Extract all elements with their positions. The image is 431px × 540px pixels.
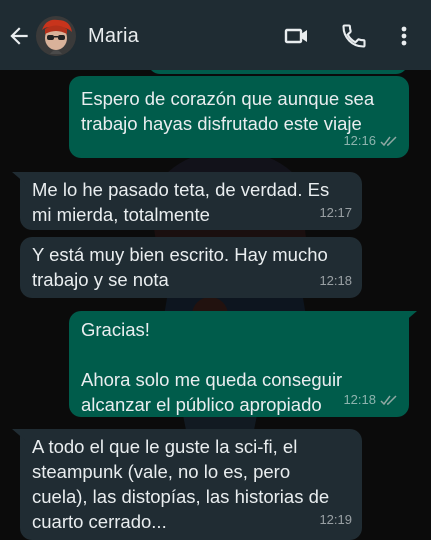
more-vert-icon[interactable] xyxy=(392,22,416,50)
message-bubble-outgoing[interactable]: Gracias! Ahora solo me queda conseguir a… xyxy=(69,311,417,417)
message-meta: 12:17 xyxy=(319,200,352,225)
bubble-tail xyxy=(12,429,26,441)
message-time: 12:16 xyxy=(343,133,376,148)
message-time: 12:19 xyxy=(319,512,352,527)
message-meta: 12:18 xyxy=(343,387,399,412)
contact-name[interactable]: Maria xyxy=(88,25,139,48)
back-arrow-icon[interactable] xyxy=(6,23,32,49)
message-time: 12:18 xyxy=(343,392,376,407)
message-time: 12:17 xyxy=(319,205,352,220)
message-bubble-incoming[interactable]: A todo el que le guste la sci-fi, el ste… xyxy=(12,429,362,540)
chat-header: Maria xyxy=(0,0,431,70)
double-check-icon xyxy=(380,394,397,405)
message-text: Y está muy bien escrito. Hay mucho traba… xyxy=(32,244,328,290)
video-call-icon[interactable] xyxy=(283,22,311,50)
message-time: 12:18 xyxy=(319,273,352,288)
avatar-image xyxy=(36,16,76,56)
avatar[interactable] xyxy=(36,16,76,56)
bubble-tail xyxy=(12,172,26,184)
bubble-tail xyxy=(403,311,417,323)
message-bubble-outgoing[interactable]: Espero de corazón que aunque sea trabajo… xyxy=(69,76,409,158)
message-text: A todo el que le guste la sci-fi, el ste… xyxy=(32,436,330,532)
message-meta: 12:16 xyxy=(343,128,399,153)
message-bubble-incoming[interactable]: Me lo he pasado teta, de verdad. Es mi m… xyxy=(12,172,362,230)
message-bubble-incoming[interactable]: Y está muy bien escrito. Hay mucho traba… xyxy=(20,237,362,298)
message-meta: 12:19 xyxy=(319,507,352,532)
phone-icon[interactable] xyxy=(340,22,368,50)
double-check-icon xyxy=(380,135,397,146)
message-meta: 12:18 xyxy=(319,268,352,293)
message-text: Me lo he pasado teta, de verdad. Es mi m… xyxy=(32,179,330,225)
